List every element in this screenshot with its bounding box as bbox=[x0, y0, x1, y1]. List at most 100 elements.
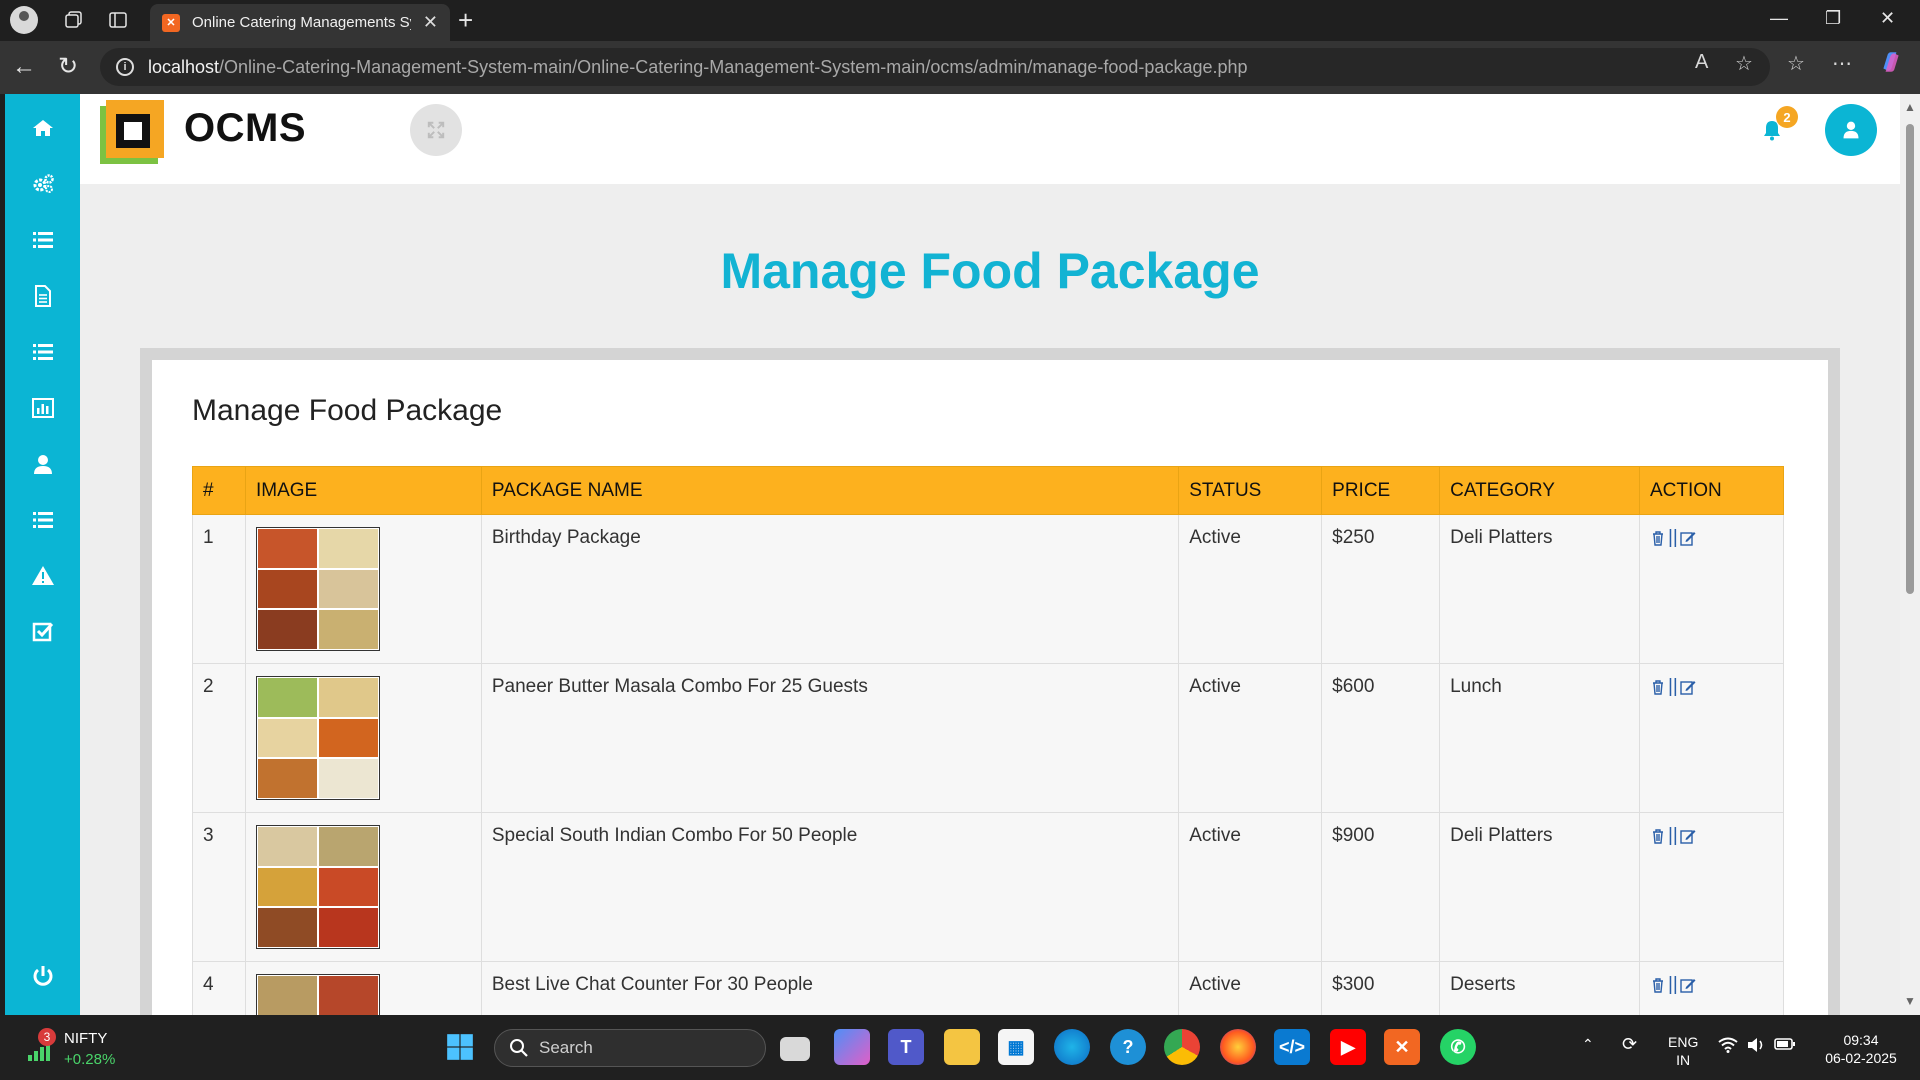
wifi-icon[interactable] bbox=[1718, 1037, 1738, 1057]
tab-title: Online Catering Managements Sy bbox=[192, 14, 411, 31]
teams-icon[interactable]: T bbox=[888, 1029, 924, 1065]
browser-address-bar: ← ↻ i localhost/Online-Catering-Manageme… bbox=[0, 41, 1920, 94]
delete-icon[interactable] bbox=[1650, 679, 1666, 695]
battery-icon[interactable] bbox=[1774, 1037, 1796, 1055]
whatsapp-icon[interactable]: ✆ bbox=[1440, 1029, 1476, 1065]
package-price: $250 bbox=[1321, 514, 1441, 664]
list-icon[interactable] bbox=[5, 222, 80, 258]
copilot-taskbar-icon[interactable] bbox=[834, 1029, 870, 1065]
table-row: 2 Paneer Butter Masala Combo For 25 Gues… bbox=[192, 663, 1784, 813]
clock-date: 06-02-2025 bbox=[1825, 1050, 1897, 1066]
ocms-logo[interactable] bbox=[100, 100, 164, 164]
action-cell: || bbox=[1639, 961, 1784, 1015]
youtube-icon[interactable]: ▶ bbox=[1330, 1029, 1366, 1065]
task-view-icon[interactable] bbox=[780, 1037, 810, 1061]
get-help-icon[interactable]: ? bbox=[1110, 1029, 1146, 1065]
scroll-up-icon[interactable]: ▲ bbox=[1904, 100, 1916, 114]
browser-tab-active[interactable]: ✕ Online Catering Managements Sy ✕ bbox=[150, 4, 450, 41]
action-separator: || bbox=[1668, 974, 1678, 995]
site-info-icon[interactable]: i bbox=[116, 58, 134, 76]
browser-tab-bar: ✕ Online Catering Managements Sy ✕ + — ❐… bbox=[0, 0, 1920, 41]
column-header-image: IMAGE bbox=[244, 466, 482, 515]
power-icon[interactable] bbox=[5, 958, 80, 994]
food-package-table: # IMAGE PACKAGE NAME STATUS PRICE CATEGO… bbox=[192, 466, 1784, 1015]
bar-chart-icon[interactable] bbox=[5, 390, 80, 426]
list-icon[interactable] bbox=[5, 502, 80, 538]
sync-icon[interactable]: ⟳ bbox=[1622, 1035, 1637, 1053]
home-icon[interactable] bbox=[5, 110, 80, 146]
table-row: 1 Birthday Package Active $250 Deli Plat… bbox=[192, 514, 1784, 664]
card-title: Manage Food Package bbox=[192, 394, 503, 427]
new-tab-icon[interactable]: + bbox=[458, 6, 473, 34]
volume-icon[interactable] bbox=[1746, 1037, 1766, 1057]
edit-icon[interactable] bbox=[1680, 977, 1696, 993]
user-icon bbox=[1843, 121, 1859, 139]
edit-icon[interactable] bbox=[1680, 679, 1696, 695]
favorites-icon[interactable]: ☆ bbox=[1787, 51, 1805, 76]
refresh-icon[interactable]: ↻ bbox=[58, 53, 78, 81]
clock[interactable]: 09:34 06-02-2025 bbox=[1818, 1031, 1904, 1067]
fullscreen-toggle-button[interactable] bbox=[410, 104, 462, 156]
region-code: IN bbox=[1676, 1052, 1691, 1068]
brand-name: OCMS bbox=[184, 106, 306, 150]
table-header-row: # IMAGE PACKAGE NAME STATUS PRICE CATEGO… bbox=[192, 466, 1784, 515]
stock-change: +0.28% bbox=[64, 1051, 116, 1068]
minimize-icon[interactable]: — bbox=[1770, 8, 1788, 29]
url-host: localhost bbox=[148, 56, 220, 77]
tab-close-icon[interactable]: ✕ bbox=[423, 12, 438, 33]
windows-start-icon[interactable] bbox=[442, 1029, 478, 1065]
package-card: Manage Food Package # IMAGE PACKAGE NAME… bbox=[152, 360, 1828, 1015]
delete-icon[interactable] bbox=[1650, 530, 1666, 546]
microsoft-store-icon[interactable]: ▦ bbox=[998, 1029, 1034, 1065]
tab-actions-icon[interactable] bbox=[104, 6, 132, 34]
vscode-icon[interactable]: </> bbox=[1274, 1029, 1310, 1065]
scrollbar-thumb[interactable] bbox=[1906, 124, 1914, 594]
chrome-icon[interactable] bbox=[1164, 1029, 1200, 1065]
file-explorer-icon[interactable] bbox=[944, 1029, 980, 1065]
back-icon[interactable]: ← bbox=[12, 53, 36, 81]
action-separator: || bbox=[1668, 825, 1678, 846]
page-scrollbar[interactable]: ▲ ▼ bbox=[1900, 94, 1920, 1015]
scroll-down-icon[interactable]: ▼ bbox=[1904, 994, 1916, 1008]
xampp-icon[interactable]: ✕ bbox=[1384, 1029, 1420, 1065]
gears-icon[interactable] bbox=[5, 166, 80, 202]
read-aloud-icon[interactable]: A bbox=[1695, 51, 1708, 74]
taskbar-search-box[interactable]: Search bbox=[494, 1029, 766, 1067]
workspaces-icon[interactable] bbox=[60, 6, 88, 34]
restore-icon[interactable]: ❐ bbox=[1825, 8, 1841, 29]
table-row: 3 Special South Indian Combo For 50 Peop… bbox=[192, 812, 1784, 962]
package-image-cell bbox=[244, 663, 482, 813]
edge-icon[interactable] bbox=[1054, 1029, 1090, 1065]
close-window-icon[interactable]: ✕ bbox=[1880, 8, 1895, 29]
edit-icon[interactable] bbox=[1680, 828, 1696, 844]
package-name: Best Live Chat Counter For 30 People bbox=[480, 961, 1180, 1015]
browser-profile-icon[interactable] bbox=[10, 6, 38, 34]
file-icon[interactable] bbox=[5, 278, 80, 314]
delete-icon[interactable] bbox=[1650, 828, 1666, 844]
language-code: ENG bbox=[1668, 1034, 1699, 1050]
sidebar bbox=[5, 94, 80, 1015]
url-path: /Online-Catering-Management-System-main/… bbox=[219, 56, 1248, 77]
action-cell: || bbox=[1639, 663, 1784, 813]
search-icon bbox=[510, 1039, 528, 1057]
package-category: Deserts bbox=[1439, 961, 1640, 1015]
more-options-icon[interactable]: ⋯ bbox=[1832, 51, 1852, 76]
favorite-star-icon[interactable]: ☆ bbox=[1735, 51, 1753, 76]
expand-icon bbox=[427, 121, 445, 139]
check-square-icon[interactable] bbox=[5, 614, 80, 650]
language-indicator[interactable]: ENG IN bbox=[1668, 1033, 1698, 1069]
user-menu-button[interactable] bbox=[1825, 104, 1877, 156]
user-icon[interactable] bbox=[5, 446, 80, 482]
warning-icon[interactable] bbox=[5, 558, 80, 594]
copilot-icon[interactable] bbox=[1878, 49, 1904, 81]
page-viewport: OCMS 2 Manage Food Package Manage Food P… bbox=[5, 94, 1920, 1015]
edit-icon[interactable] bbox=[1680, 530, 1696, 546]
firefox-icon[interactable] bbox=[1220, 1029, 1256, 1065]
list-icon[interactable] bbox=[5, 334, 80, 370]
url-field[interactable]: i localhost/Online-Catering-Management-S… bbox=[100, 48, 1770, 86]
action-cell: || bbox=[1639, 812, 1784, 962]
column-header-package-name: PACKAGE NAME bbox=[480, 466, 1180, 515]
package-status: Active bbox=[1178, 812, 1323, 962]
delete-icon[interactable] bbox=[1650, 977, 1666, 993]
show-hidden-icons-icon[interactable]: ⌃ bbox=[1582, 1035, 1594, 1053]
